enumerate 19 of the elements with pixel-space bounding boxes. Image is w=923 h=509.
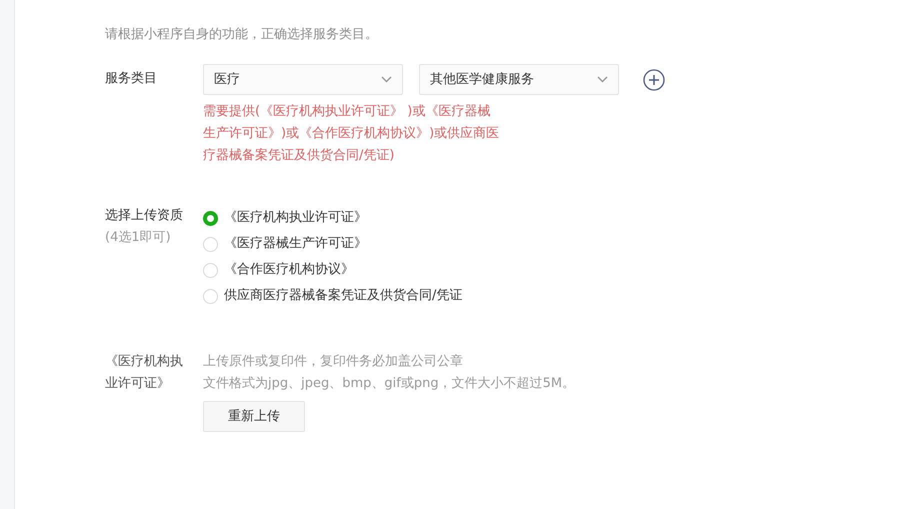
instruction-text: 请根据小程序自身的功能，正确选择服务类目。 <box>105 26 379 44</box>
radio-button[interactable] <box>203 210 218 226</box>
field-label: 选择上传资质 <box>105 207 184 225</box>
radio-option[interactable]: 供应商医疗器械备案凭证及供货合同/凭证 <box>203 283 462 309</box>
hint-text: 文件格式为jpg、jpeg、bmp、gif或png，文件大小不超过5M。 <box>203 375 576 393</box>
select-field[interactable]: 其他医学健康服务 <box>419 64 619 95</box>
upload-button[interactable]: 重新上传 <box>203 401 305 432</box>
chevron-down-icon <box>597 76 608 83</box>
radio-option[interactable]: 《合作医疗机构协议》 <box>203 257 462 283</box>
hint-text: (4选1即可) <box>105 229 172 247</box>
add-icon[interactable] <box>643 68 665 90</box>
chevron-down-icon <box>381 76 392 83</box>
hint-text: 上传原件或复印件，复印件务必加盖公司公章 <box>203 353 464 371</box>
select-field[interactable]: 医疗 <box>203 64 403 95</box>
field-label: 服务类目 <box>105 70 158 88</box>
radio-option[interactable]: 《医疗器械生产许可证》 <box>203 231 462 257</box>
field-label: 《医疗机构执业许可证》 <box>105 353 184 393</box>
requirement-note: 需要提供(《医疗机构执业许可证》 )或《医疗器械生产许可证》)或《合作医疗机构协议》)或供应商医疗器械备案凭证及供货合同/凭证) <box>203 103 500 165</box>
radio-option[interactable]: 《医疗机构执业许可证》 <box>203 205 462 231</box>
